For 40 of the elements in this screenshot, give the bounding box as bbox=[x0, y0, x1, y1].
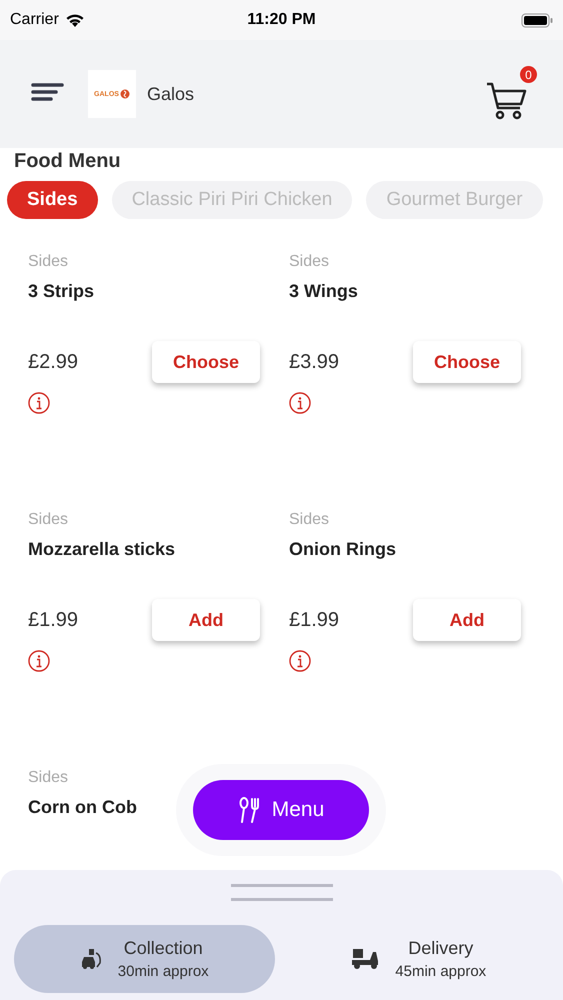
item-name: 3 Strips bbox=[28, 280, 94, 303]
restaurant-name: Galos bbox=[147, 84, 194, 104]
item-category: Sides bbox=[28, 253, 68, 272]
car-shop-icon bbox=[80, 947, 104, 971]
info-icon[interactable] bbox=[28, 392, 50, 414]
add-button[interactable]: Add bbox=[413, 599, 521, 641]
add-button[interactable]: Add bbox=[152, 599, 260, 641]
battery-icon bbox=[520, 12, 553, 28]
info-icon[interactable] bbox=[28, 650, 50, 672]
item-name: 3 Wings bbox=[289, 280, 358, 303]
item-name: Corn on Cob bbox=[28, 796, 137, 819]
add-button[interactable]: Choose bbox=[413, 341, 521, 383]
item-price: £3.99 bbox=[289, 350, 340, 374]
mode-label: Collection bbox=[124, 938, 203, 959]
item-name: Mozzarella sticks bbox=[28, 538, 176, 561]
info-icon[interactable] bbox=[289, 650, 311, 672]
item-category: Sides bbox=[28, 769, 68, 788]
wifi-icon bbox=[64, 12, 85, 28]
item-name: Onion Rings bbox=[289, 538, 396, 561]
info-icon[interactable] bbox=[289, 392, 311, 414]
mode-time: 45min approx bbox=[395, 963, 486, 980]
clock-time: 11:20 PM bbox=[247, 11, 316, 29]
cart-button[interactable]: 0 bbox=[485, 66, 537, 122]
item-category: Sides bbox=[289, 511, 330, 530]
section-title: Food Menu bbox=[14, 150, 122, 173]
item-price: £1.99 bbox=[28, 608, 78, 632]
order-mode-option[interactable]: Delivery 45min approx bbox=[288, 925, 549, 993]
menu-button[interactable]: Menu bbox=[193, 780, 369, 840]
mode-time: 30min approx bbox=[118, 963, 209, 980]
item-price: £1.99 bbox=[289, 608, 340, 632]
cart-count-badge: 0 bbox=[520, 66, 537, 83]
spoon-fork-icon bbox=[238, 797, 262, 823]
item-category: Sides bbox=[289, 253, 330, 272]
carrier-label: Carrier bbox=[10, 11, 59, 29]
category-tab[interactable]: Sides bbox=[7, 181, 98, 219]
order-mode-option[interactable]: Collection 30min approx bbox=[14, 925, 274, 993]
add-button[interactable]: Choose bbox=[152, 341, 260, 383]
item-category: Sides bbox=[28, 511, 68, 530]
item-price: £2.99 bbox=[28, 350, 78, 374]
mode-label: Delivery bbox=[408, 938, 474, 959]
